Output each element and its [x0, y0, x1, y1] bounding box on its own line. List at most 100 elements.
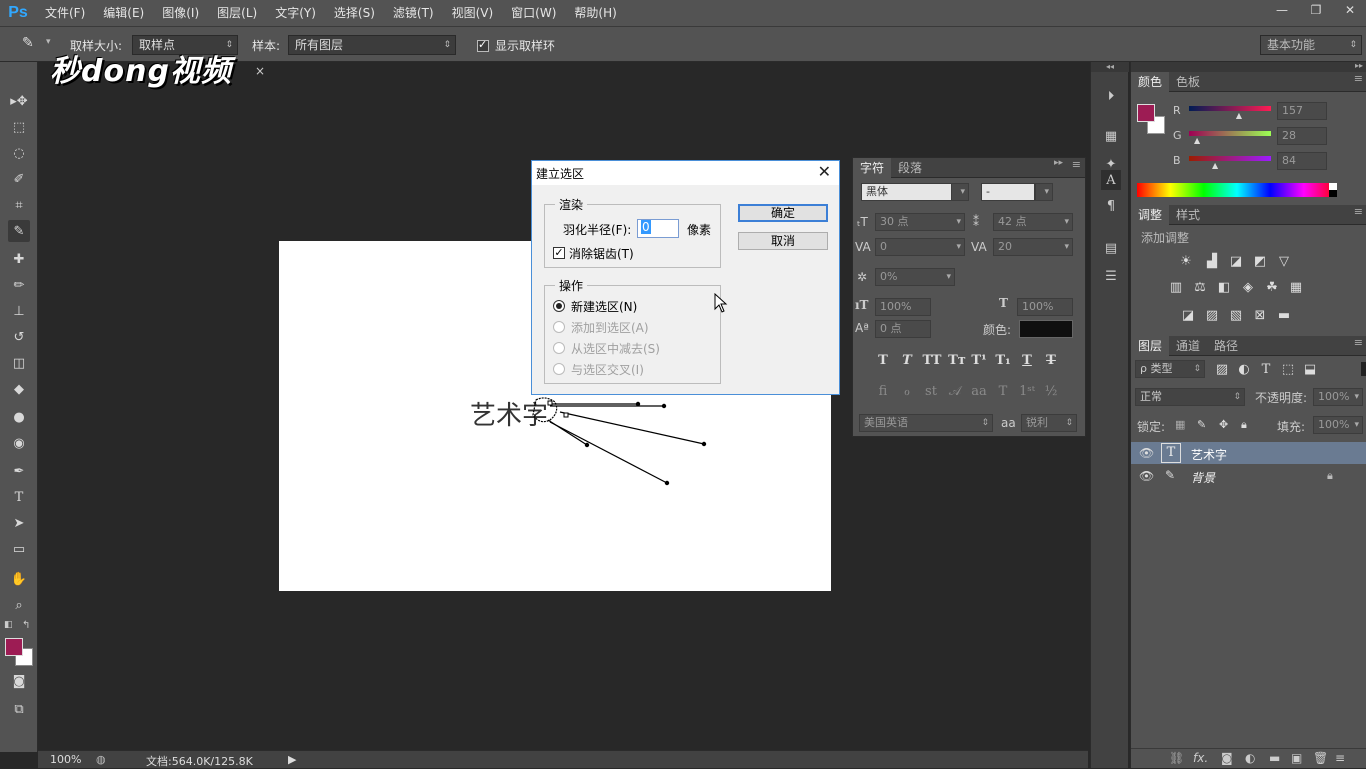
font-family-dropdown[interactable]: ▾ — [951, 183, 969, 201]
collapse-arrows-icon[interactable]: ◂◂ — [1091, 62, 1129, 72]
layer-row-art-text[interactable]: 👁︎ T 艺术字 — [1131, 442, 1366, 464]
all-caps-icon[interactable]: TT — [921, 353, 943, 368]
fill-field[interactable]: 100% ▾ — [1313, 416, 1363, 434]
tab-character[interactable]: 字符 — [853, 157, 892, 178]
paragraph-panel-icon[interactable]: ¶ — [1101, 196, 1121, 216]
vertical-scale-field[interactable]: 100% — [875, 298, 931, 316]
layer-filter-select[interactable]: ρ 类型 ⇕ — [1135, 360, 1205, 378]
color-lookup-icon[interactable]: ▦ — [1287, 278, 1305, 296]
properties-panel-icon[interactable]: ▦ — [1101, 126, 1121, 146]
panel-menu-icon[interactable]: ≡ — [1354, 336, 1363, 349]
filter-adjustment-icon[interactable]: ◐ — [1235, 360, 1253, 378]
baseline-shift-field[interactable]: 0 点 — [875, 320, 931, 338]
brightness-icon[interactable]: ☀ — [1177, 252, 1195, 270]
stylistic-alternates-icon[interactable]: aa — [971, 384, 987, 399]
lock-pixels-icon[interactable]: ✎ — [1197, 418, 1206, 431]
color-spectrum-bar[interactable] — [1137, 183, 1337, 197]
ligatures-icon[interactable]: ﬁ — [875, 384, 891, 399]
small-caps-icon[interactable]: Tт — [947, 353, 967, 368]
photo-filter-icon[interactable]: ◈ — [1239, 278, 1257, 296]
new-layer-icon[interactable]: ▣ — [1291, 751, 1302, 765]
font-style-dropdown[interactable]: ▾ — [1035, 183, 1053, 201]
tab-paragraph[interactable]: 段落 — [891, 158, 929, 178]
tab-channels[interactable]: 通道 — [1169, 336, 1207, 356]
hue-saturation-icon[interactable]: ▥ — [1167, 278, 1185, 296]
panel-menu-icon[interactable]: ≡ — [1335, 751, 1345, 765]
b-value-field[interactable]: 84 — [1277, 152, 1327, 170]
panel-menu-icon[interactable]: ≡ — [1354, 72, 1363, 85]
antialias-checkbox[interactable]: ✓ — [553, 247, 565, 259]
new-group-icon[interactable]: ▬ — [1269, 751, 1280, 765]
color-balance-icon[interactable]: ⚖ — [1191, 278, 1209, 296]
expand-arrows-icon[interactable]: ▸▸ — [1355, 61, 1363, 70]
tracking-field[interactable]: 20 ▾ — [993, 238, 1073, 256]
add-mask-icon[interactable]: ◙ — [1221, 751, 1233, 765]
r-slider-thumb[interactable]: ▲ — [1236, 111, 1242, 120]
color-fg-swatch[interactable] — [1137, 104, 1155, 122]
black-white-icon[interactable]: ◧ — [1215, 278, 1233, 296]
strikethrough-icon[interactable]: T — [1043, 353, 1059, 368]
lock-position-icon[interactable]: ✥ — [1219, 418, 1228, 431]
font-style-select[interactable]: - — [981, 183, 1035, 201]
exposure-icon[interactable]: ◩ — [1251, 252, 1269, 270]
superscript-icon[interactable]: T¹ — [971, 353, 987, 368]
tab-adjustments[interactable]: 调整 — [1131, 204, 1170, 225]
panel-menu-icon[interactable]: ≡ — [1072, 158, 1081, 171]
layer-effects-icon[interactable]: fx. — [1193, 751, 1208, 765]
cancel-button[interactable]: 取消 — [738, 232, 828, 250]
font-family-select[interactable]: 黑体 — [861, 183, 965, 201]
radio-new-selection[interactable] — [553, 300, 565, 312]
g-slider-track[interactable] — [1189, 131, 1271, 136]
layer-row-background[interactable]: 👁︎ ✎ 背景 🔒︎ — [1131, 465, 1366, 487]
r-value-field[interactable]: 157 — [1277, 102, 1327, 120]
tab-swatches[interactable]: 色板 — [1169, 72, 1207, 92]
channel-mixer-icon[interactable]: ☘ — [1263, 278, 1281, 296]
swash-icon[interactable]: 𝒜 — [947, 384, 963, 399]
fractions-icon[interactable]: ½ — [1043, 384, 1059, 399]
history-panel-icon[interactable]: ⏵ — [1101, 86, 1121, 106]
tab-layers[interactable]: 图层 — [1131, 335, 1170, 356]
gradient-map-icon[interactable]: ▬ — [1275, 306, 1293, 324]
threshold-icon[interactable]: ▧ — [1227, 306, 1245, 324]
lock-transparent-icon[interactable]: ▦ — [1175, 418, 1185, 431]
tab-paths[interactable]: 路径 — [1207, 336, 1245, 356]
status-menu-arrow-icon[interactable]: ▶ — [288, 753, 296, 766]
selective-color-icon[interactable]: ⊠ — [1251, 306, 1269, 324]
feather-radius-input[interactable]: 0 — [637, 219, 679, 238]
doc-tab-close-icon[interactable]: × — [255, 64, 265, 78]
filter-smart-icon[interactable]: ⬓ — [1301, 360, 1319, 378]
character-panel-icon[interactable]: A — [1101, 170, 1121, 190]
levels-icon[interactable]: ▟ — [1203, 252, 1221, 270]
radio-intersect-selection[interactable] — [553, 363, 565, 375]
antialias-select[interactable]: 锐利 ⇕ — [1021, 414, 1077, 432]
leading-field[interactable]: 42 点 ▾ — [993, 213, 1073, 231]
zoom-level[interactable]: 100% — [50, 753, 81, 766]
subscript-icon[interactable]: T₁ — [995, 353, 1011, 368]
radio-subtract-from-selection[interactable] — [553, 342, 565, 354]
new-adjustment-icon[interactable]: ◐ — [1245, 751, 1255, 765]
discretionary-ligatures-icon[interactable]: st — [923, 384, 939, 399]
notes-panel-icon[interactable]: ☰ — [1101, 266, 1121, 286]
kerning-field[interactable]: 0 ▾ — [875, 238, 965, 256]
vibrance-icon[interactable]: ▽ — [1275, 252, 1293, 270]
horizontal-scale-field[interactable]: 100% — [1017, 298, 1073, 316]
g-slider-thumb[interactable]: ▲ — [1194, 136, 1200, 145]
collapse-arrows-icon[interactable]: ▸▸ — [1054, 158, 1063, 168]
filter-pixel-icon[interactable]: ▨ — [1213, 360, 1231, 378]
opacity-field[interactable]: 100% ▾ — [1313, 388, 1363, 406]
status-info-icon[interactable]: ◍ — [96, 753, 106, 766]
link-layers-icon[interactable]: ⛓ — [1169, 751, 1184, 765]
tsume-field[interactable]: 0% ▾ — [875, 268, 955, 286]
b-slider-track[interactable] — [1189, 156, 1271, 161]
panel-menu-icon[interactable]: ≡ — [1354, 205, 1363, 218]
radio-add-to-selection[interactable] — [553, 321, 565, 333]
ordinals-icon[interactable]: 1ˢᵗ — [1019, 384, 1035, 399]
titling-alternates-icon[interactable]: T — [995, 384, 1011, 399]
invert-icon[interactable]: ◪ — [1179, 306, 1197, 324]
ok-button[interactable]: 确定 — [738, 204, 828, 222]
font-size-field[interactable]: 30 点 ▾ — [875, 213, 965, 231]
g-value-field[interactable]: 28 — [1277, 127, 1327, 145]
contextual-alternates-icon[interactable]: ℴ — [899, 384, 915, 399]
spectrum-white-chip[interactable] — [1329, 183, 1337, 190]
visibility-eye-icon[interactable]: 👁︎ — [1139, 446, 1154, 460]
